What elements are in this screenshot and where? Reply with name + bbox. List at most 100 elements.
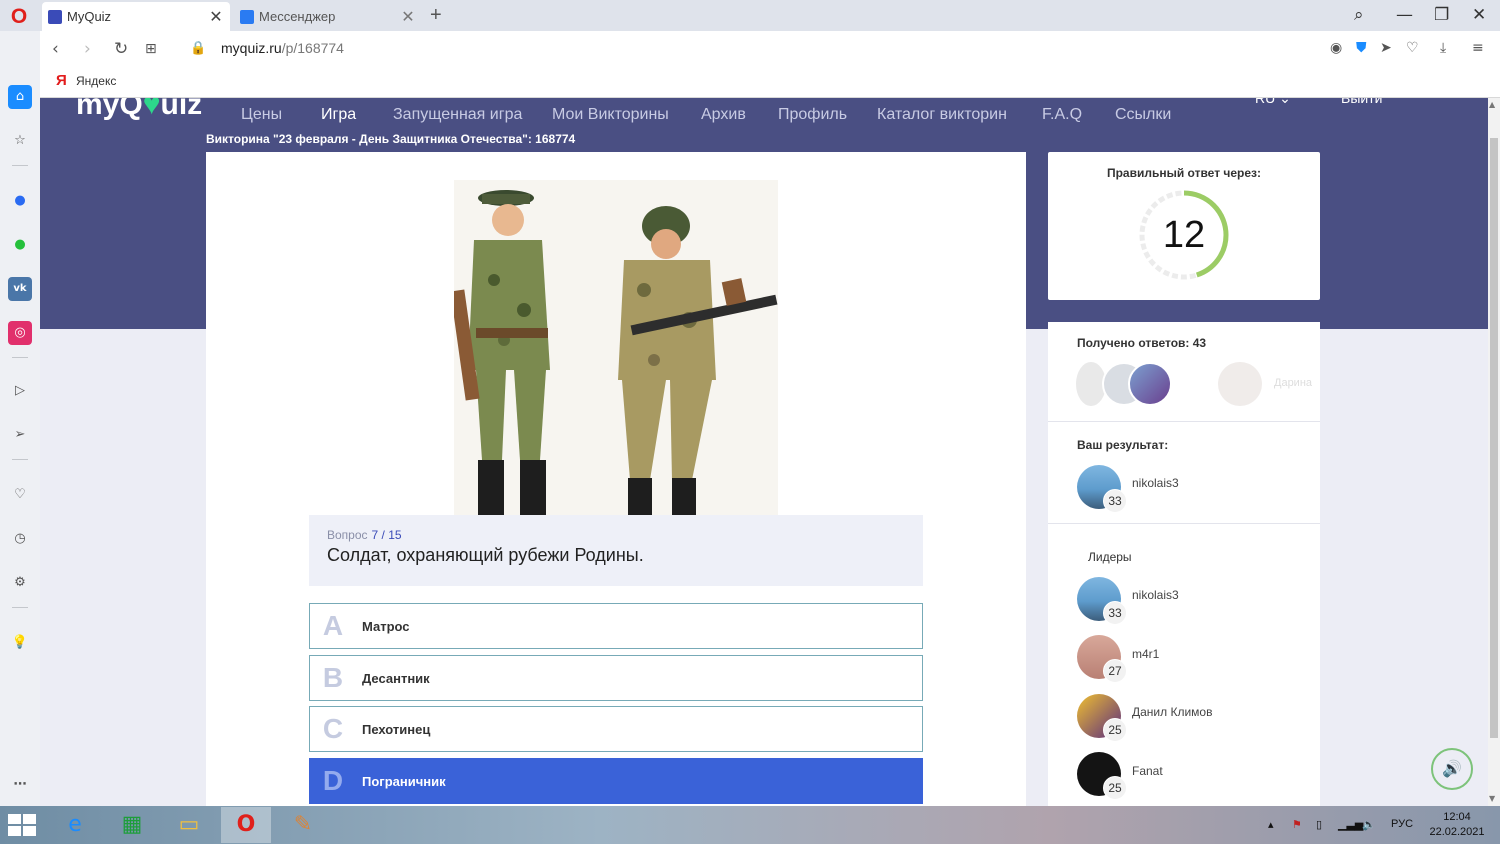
scroll-thumb[interactable] xyxy=(1490,138,1498,738)
camera-icon[interactable]: ◉ xyxy=(1330,40,1342,56)
language-indicator[interactable]: РУС xyxy=(1391,818,1413,830)
volume-icon[interactable]: 🔈 xyxy=(1362,818,1376,831)
question-card: Вопрос 7 / 15 Солдат, охраняющий рубежи Р… xyxy=(206,152,1026,806)
answer-option-c[interactable]: C Пехотинец xyxy=(309,706,923,752)
tips-bulb-icon[interactable]: 💡 xyxy=(8,631,32,655)
home-icon[interactable]: ⌂ xyxy=(8,85,32,109)
bookmark-yandex[interactable]: Яндекс xyxy=(76,74,116,88)
clock-date: 22.02.2021 xyxy=(1429,826,1485,838)
tabs-grid-icon[interactable]: ⊞ xyxy=(145,41,157,57)
nav-running-game[interactable]: Запущенная игра xyxy=(393,106,522,124)
nav-my-quizzes[interactable]: Мои Викторины xyxy=(552,106,669,124)
download-icon[interactable]: ⤓ xyxy=(1440,40,1446,56)
favorites-icon[interactable]: ♡ xyxy=(8,483,32,507)
windows-start-icon[interactable] xyxy=(8,814,36,836)
close-icon[interactable]: ✕ xyxy=(400,7,416,27)
your-result-title: Ваш результат: xyxy=(1077,438,1169,452)
opera-taskbar-icon[interactable]: O xyxy=(221,807,271,843)
history-icon[interactable]: ◷ xyxy=(8,527,32,551)
site-logo[interactable]: myQ♥uiz xyxy=(76,98,202,122)
browser-sidebar: ⌂ ☆ ● ● vk ◎ ▷ ➢ ♡ ◷ ⚙ 💡 ⋯ xyxy=(0,31,40,807)
network-icon[interactable]: ▁▃▅ xyxy=(1338,818,1363,831)
leader-name: m4r1 xyxy=(1132,647,1160,661)
forward-icon[interactable]: › xyxy=(84,39,91,59)
logout-link[interactable]: Выйти xyxy=(1341,98,1382,106)
score-badge: 33 xyxy=(1103,601,1127,625)
windows-taskbar: e ▦ ▭ O ✎ ▴ ⚑ ▯ ▁▃▅ 🔈 РУС 12:04 22.02.20… xyxy=(0,806,1500,844)
leaders-title: Лидеры xyxy=(1088,550,1132,564)
vpn-shield-icon[interactable]: ⛊ xyxy=(1356,40,1367,56)
scroll-down-icon[interactable]: ▼ xyxy=(1489,794,1495,803)
nav-profile[interactable]: Профиль xyxy=(778,106,847,124)
tab-label: Мессенджер xyxy=(259,9,336,24)
easy-setup-icon[interactable]: ≡ xyxy=(1472,40,1484,56)
results-panel: Получено ответов: 43 Дарина Ваш результа… xyxy=(1048,322,1320,806)
internet-explorer-icon[interactable]: e xyxy=(50,807,100,843)
url-host: myquiz.ru xyxy=(221,40,282,56)
leader-name: nikolais3 xyxy=(1132,588,1179,602)
page-scrollbar[interactable]: ▲ ▼ xyxy=(1488,98,1500,806)
answers-received: Получено ответов: 43 xyxy=(1077,336,1207,350)
question-illustration xyxy=(454,180,778,536)
tab-messenger[interactable]: Мессенджер ✕ xyxy=(234,2,422,31)
answer-letter: D xyxy=(322,765,344,796)
whatsapp-icon[interactable]: ● xyxy=(8,233,32,257)
sound-toggle-button[interactable]: 🔊 xyxy=(1431,748,1473,790)
close-icon[interactable]: ✕ xyxy=(208,7,224,27)
restore-icon[interactable]: ❐ xyxy=(1434,5,1449,25)
timer-value: 12 xyxy=(1162,214,1206,256)
heart-icon[interactable]: ♡ xyxy=(1406,40,1419,56)
answer-option-b[interactable]: B Десантник xyxy=(309,655,923,701)
answer-text: Десантник xyxy=(362,670,430,686)
browser-tabbar: O MyQuiz ✕ Мессенджер ✕ + ⌕ — ❐ ✕ xyxy=(0,0,1500,31)
minimize-icon[interactable]: — xyxy=(1396,5,1413,25)
battery-icon[interactable]: ▯ xyxy=(1316,818,1322,831)
tab-label: MyQuiz xyxy=(67,9,112,24)
timer-card: Правильный ответ через: 12 xyxy=(1048,152,1320,300)
nav-archive[interactable]: Архив xyxy=(701,106,746,124)
myquiz-favicon-icon xyxy=(48,9,62,24)
store-icon[interactable]: ▦ xyxy=(107,807,157,843)
user-name: nikolais3 xyxy=(1132,476,1179,490)
vk-icon[interactable]: vk xyxy=(8,277,32,301)
clock-time: 12:04 xyxy=(1443,811,1471,823)
messenger-icon[interactable]: ● xyxy=(8,189,32,213)
answer-letter: C xyxy=(322,713,344,744)
timer-title: Правильный ответ через: xyxy=(1106,166,1262,180)
speed-dial-icon[interactable]: ☆ xyxy=(8,129,32,153)
search-icon[interactable]: ⌕ xyxy=(1354,5,1364,25)
answer-option-a[interactable]: A Матрос xyxy=(309,603,923,649)
action-center-icon[interactable]: ⚑ xyxy=(1292,818,1302,831)
language-select[interactable]: RU ⌄ xyxy=(1255,98,1291,107)
avatar xyxy=(1128,362,1172,406)
file-explorer-icon[interactable]: ▭ xyxy=(164,807,214,843)
avatar xyxy=(1218,362,1262,406)
question-text: Солдат, охраняющий рубежи Родины. xyxy=(327,545,644,565)
yandex-icon: Я xyxy=(56,72,67,89)
instagram-icon[interactable]: ◎ xyxy=(8,321,32,345)
nav-links[interactable]: Ссылки xyxy=(1115,106,1171,124)
system-clock[interactable]: 12:04 22.02.2021 xyxy=(1420,810,1494,840)
opera-menu-icon[interactable]: O xyxy=(8,6,30,28)
scroll-up-icon[interactable]: ▲ xyxy=(1489,100,1495,109)
send-icon[interactable]: ➤ xyxy=(1380,40,1392,56)
nav-catalog[interactable]: Каталог викторин xyxy=(877,106,1007,124)
settings-icon[interactable]: ⚙ xyxy=(8,571,32,595)
url-field[interactable]: myquiz.ru/p/168774 xyxy=(221,40,344,56)
more-icon[interactable]: ⋯ xyxy=(8,773,32,797)
back-icon[interactable]: ‹ xyxy=(52,39,59,59)
nav-prices[interactable]: Цены xyxy=(241,106,282,124)
reload-icon[interactable]: ↻ xyxy=(114,39,128,59)
answer-letter: B xyxy=(322,662,344,693)
tray-expand-icon[interactable]: ▴ xyxy=(1268,818,1274,831)
new-tab-icon[interactable]: + xyxy=(430,4,442,27)
nav-game[interactable]: Игра xyxy=(321,106,356,124)
paint-icon[interactable]: ✎ xyxy=(278,807,328,843)
player-icon[interactable]: ▷ xyxy=(8,379,32,403)
answer-option-d[interactable]: D Пограничник xyxy=(309,758,923,804)
tab-myquiz[interactable]: MyQuiz ✕ xyxy=(42,2,230,31)
close-window-icon[interactable]: ✕ xyxy=(1472,5,1486,25)
web-page: myQ♥uiz Цены Игра Запущенная игра Мои Ви… xyxy=(40,98,1488,806)
nav-faq[interactable]: F.A.Q xyxy=(1042,106,1082,124)
flow-icon[interactable]: ➢ xyxy=(8,423,32,447)
